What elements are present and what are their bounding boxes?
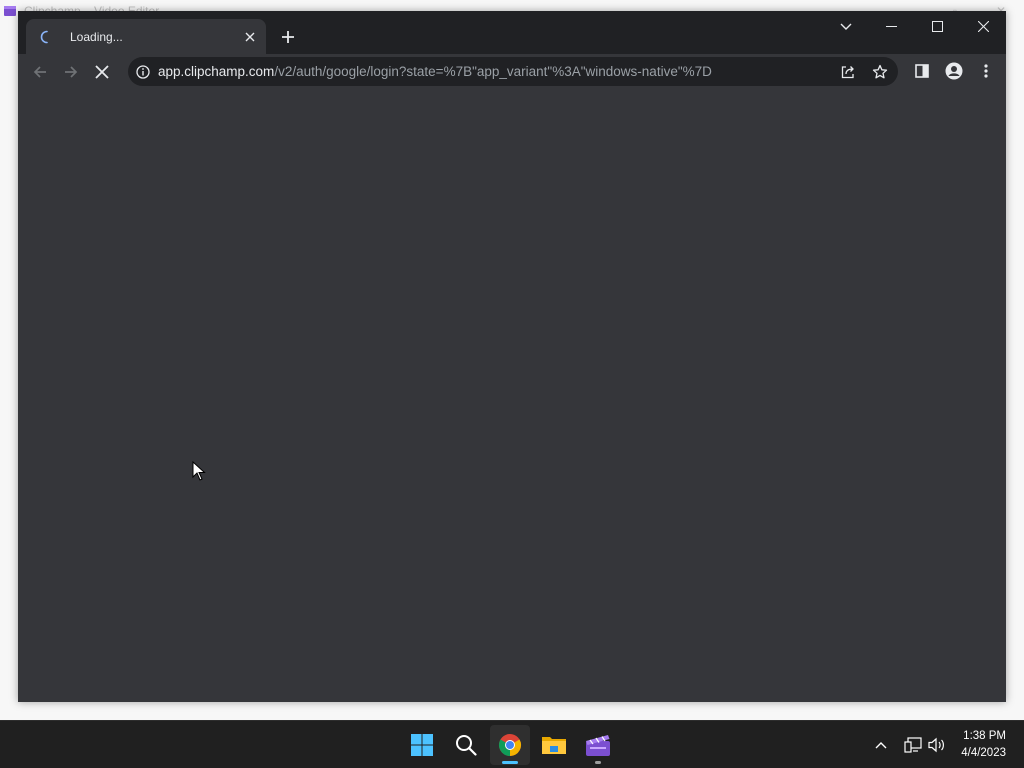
- running-indicator: [595, 761, 601, 764]
- url-text[interactable]: app.clipchamp.com/v2/auth/google/login?s…: [158, 64, 834, 79]
- volume-button[interactable]: [925, 733, 949, 757]
- chrome-icon: [499, 734, 521, 756]
- stop-loading-button[interactable]: [88, 58, 116, 86]
- page-content[interactable]: [18, 89, 1006, 702]
- chevron-up-icon: [875, 742, 887, 749]
- loading-spinner-icon: [40, 30, 48, 43]
- close-icon: [95, 64, 109, 79]
- tab-close-button[interactable]: [238, 25, 262, 49]
- profile-icon: [945, 62, 963, 80]
- taskbar: 1:38 PM 4/4/2023: [0, 720, 1024, 768]
- url-host: app.clipchamp.com: [158, 64, 275, 79]
- show-hidden-icons-button[interactable]: [869, 733, 893, 757]
- profile-button[interactable]: [940, 57, 968, 85]
- volume-icon: [928, 737, 945, 753]
- network-button[interactable]: [901, 733, 925, 757]
- info-icon[interactable]: [136, 64, 150, 79]
- tab-active[interactable]: Loading...: [26, 19, 266, 54]
- chrome-window: Loading... app.clipchamp.com/v2/auth/goo…: [18, 11, 1006, 702]
- side-panel-button[interactable]: [908, 57, 936, 85]
- back-button[interactable]: [26, 58, 54, 86]
- chevron-down-icon: [840, 23, 852, 30]
- forward-button[interactable]: [57, 58, 85, 86]
- taskbar-clipchamp-button[interactable]: [578, 725, 618, 765]
- taskbar-file-explorer-button[interactable]: [534, 725, 574, 765]
- star-icon: [872, 64, 888, 78]
- plus-icon: [282, 31, 294, 43]
- close-icon: [245, 32, 255, 41]
- share-icon: [841, 65, 854, 78]
- url-path: /v2/auth/google/login?state=%7B"app_vari…: [274, 64, 712, 79]
- share-button[interactable]: [834, 58, 862, 86]
- windows-start-icon: [411, 734, 433, 756]
- clock-time: 1:38 PM: [963, 730, 1006, 742]
- clipchamp-icon: [586, 735, 610, 756]
- new-tab-button[interactable]: [274, 23, 302, 51]
- start-button[interactable]: [402, 725, 442, 765]
- tab-strip: Loading...: [18, 11, 1006, 54]
- address-bar[interactable]: app.clipchamp.com/v2/auth/google/login?s…: [128, 57, 898, 86]
- mouse-cursor-icon: [192, 461, 206, 481]
- maximize-icon: [931, 20, 943, 32]
- arrow-right-icon: [65, 65, 78, 78]
- taskbar-search-button[interactable]: [446, 725, 486, 765]
- bookmark-button[interactable]: [866, 58, 894, 86]
- taskbar-apps: [402, 721, 618, 768]
- tab-title: Loading...: [70, 29, 123, 44]
- taskbar-chrome-button[interactable]: [490, 725, 530, 765]
- tab-search-button[interactable]: [832, 13, 860, 41]
- side-panel-icon: [915, 64, 929, 78]
- toolbar: app.clipchamp.com/v2/auth/google/login?s…: [18, 54, 1006, 89]
- maximize-button[interactable]: [914, 11, 960, 41]
- more-vertical-icon: [984, 64, 988, 78]
- close-icon: [977, 20, 989, 32]
- search-icon: [456, 735, 477, 756]
- arrow-left-icon: [33, 65, 46, 78]
- network-icon: [904, 737, 922, 753]
- minimize-icon: [885, 25, 897, 27]
- close-window-button[interactable]: [960, 11, 1006, 41]
- menu-button[interactable]: [972, 57, 1000, 85]
- clipchamp-icon: [4, 6, 16, 16]
- minimize-button[interactable]: [868, 11, 914, 41]
- clock-date: 4/4/2023: [961, 747, 1006, 759]
- folder-icon: [542, 737, 566, 754]
- clock[interactable]: 1:38 PM 4/4/2023: [961, 728, 1006, 762]
- system-tray: 1:38 PM 4/4/2023: [869, 721, 1014, 768]
- active-indicator: [502, 761, 518, 764]
